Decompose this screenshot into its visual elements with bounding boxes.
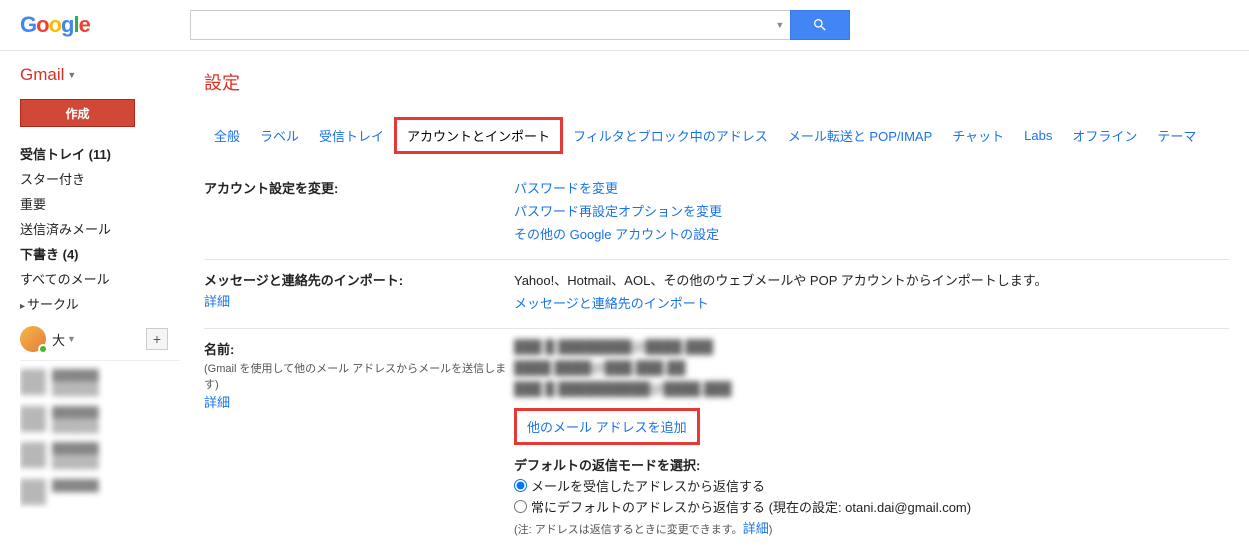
radio-input[interactable] (514, 500, 527, 513)
reply-mode-radio-default[interactable]: 常にデフォルトのアドレスから返信する (現在の設定: otani.dai@gma… (514, 497, 1229, 516)
section-subtitle: (Gmail を使用して他のメール アドレスからメールを送信します) (204, 360, 514, 392)
send-as-address: ████ ████@███.███.██ (514, 360, 1229, 375)
chat-contact[interactable]: ████████████ (20, 438, 180, 475)
caret-down-icon: ▼ (67, 70, 76, 80)
import-description: Yahoo!、Hotmail、AOL、その他のウェブメールや POP アカウント… (514, 270, 1229, 289)
tab-offline[interactable]: オフライン (1062, 122, 1147, 149)
radio-label: メールを受信したアドレスから返信する (531, 476, 765, 495)
main-content: 設定 全般 ラベル 受信トレイ アカウントとインポート フィルタとブロック中のア… (180, 51, 1249, 549)
section-account-change: アカウント設定を変更: パスワードを変更 パスワード再設定オプションを変更 その… (204, 168, 1229, 259)
chat-contact[interactable]: ████████████ (20, 402, 180, 439)
send-as-address: ███ █ ████████@████.███ (514, 339, 1229, 354)
tab-filters[interactable]: フィルタとブロック中のアドレス (563, 122, 778, 149)
tab-chat[interactable]: チャット (942, 122, 1014, 149)
detail-link[interactable]: 詳細 (204, 395, 230, 410)
gmail-menu[interactable]: Gmail ▼ (20, 65, 180, 85)
sidebar-item-allmail[interactable]: すべてのメール (20, 266, 180, 291)
section-title: メッセージと連絡先のインポート: (204, 270, 514, 289)
sidebar-item-drafts[interactable]: 下書き (4) (20, 241, 180, 266)
tab-themes[interactable]: テーマ (1147, 122, 1206, 149)
presence-dot (38, 344, 48, 354)
chat-current-user[interactable]: 大 ▼ + (20, 326, 180, 352)
chat-list: ████████████ ████████████ ████████████ █… (20, 360, 180, 509)
note-detail-link[interactable]: 詳細 (743, 521, 769, 536)
sidebar: Gmail ▼ 作成 受信トレイ (11) スター付き 重要 送信済みメール 下… (0, 51, 180, 549)
sidebar-item-sent[interactable]: 送信済みメール (20, 216, 180, 241)
google-logo[interactable]: Google (20, 12, 90, 38)
change-recovery-link[interactable]: パスワード再設定オプションを変更 (514, 201, 1229, 220)
settings-tabs: 全般 ラベル 受信トレイ アカウントとインポート フィルタとブロック中のアドレス… (204, 117, 1229, 154)
sidebar-item-label: サークル (27, 297, 79, 312)
detail-link[interactable]: 詳細 (204, 294, 230, 309)
change-password-link[interactable]: パスワードを変更 (514, 178, 1229, 197)
search-bar: ▼ (190, 10, 850, 40)
note-text: ) (769, 524, 773, 536)
arrow-right-icon: ▸ (20, 301, 25, 312)
section-name: 名前: (Gmail を使用して他のメール アドレスからメールを送信します) 詳… (204, 328, 1229, 549)
section-title: アカウント設定を変更: (204, 178, 514, 197)
search-button[interactable] (790, 10, 850, 40)
tab-accounts-import[interactable]: アカウントとインポート (394, 117, 563, 154)
add-contact-button[interactable]: + (146, 328, 168, 350)
sidebar-item-circles[interactable]: ▸サークル (20, 291, 180, 316)
add-address-highlight: 他のメール アドレスを追加 (514, 408, 700, 445)
chat-user-name: 大 (52, 330, 65, 349)
search-dropdown-icon[interactable]: ▼ (770, 10, 790, 40)
radio-label: 常にデフォルトのアドレスから返信する (現在の設定: otani.dai@gma… (531, 497, 971, 516)
search-input[interactable] (190, 10, 770, 40)
tab-labs[interactable]: Labs (1014, 124, 1062, 147)
reply-mode-radio-received[interactable]: メールを受信したアドレスから返信する (514, 476, 1229, 495)
chat-contact[interactable]: ████████████ (20, 365, 180, 402)
tab-forwarding[interactable]: メール転送と POP/IMAP (778, 122, 942, 149)
sidebar-item-starred[interactable]: スター付き (20, 166, 180, 191)
add-address-link[interactable]: 他のメール アドレスを追加 (527, 417, 687, 436)
avatar (20, 326, 46, 352)
tab-general[interactable]: 全般 (204, 122, 250, 149)
other-settings-link[interactable]: その他の Google アカウントの設定 (514, 224, 1229, 243)
page-title: 設定 (204, 69, 1229, 95)
caret-down-icon: ▼ (67, 334, 76, 344)
section-title: 名前: (204, 339, 514, 358)
gmail-label-text: Gmail (20, 65, 64, 85)
sidebar-item-important[interactable]: 重要 (20, 191, 180, 216)
tab-inbox[interactable]: 受信トレイ (309, 122, 394, 149)
tab-labels[interactable]: ラベル (250, 122, 309, 149)
send-as-address: ███ █ ██████████@████.███ (514, 381, 1229, 396)
import-link[interactable]: メッセージと連絡先のインポート (514, 293, 1229, 312)
section-import: メッセージと連絡先のインポート: 詳細 Yahoo!、Hotmail、AOL、そ… (204, 259, 1229, 328)
default-reply-mode-title: デフォルトの返信モードを選択: (514, 455, 1229, 474)
sidebar-item-inbox[interactable]: 受信トレイ (11) (20, 141, 180, 166)
header: Google ▼ (0, 0, 1249, 51)
compose-button[interactable]: 作成 (20, 99, 135, 127)
search-icon (812, 17, 828, 33)
radio-input[interactable] (514, 479, 527, 492)
note-text: (注: アドレスは返信するときに変更できます。 (514, 524, 743, 536)
chat-contact[interactable]: ██████ (20, 475, 180, 509)
